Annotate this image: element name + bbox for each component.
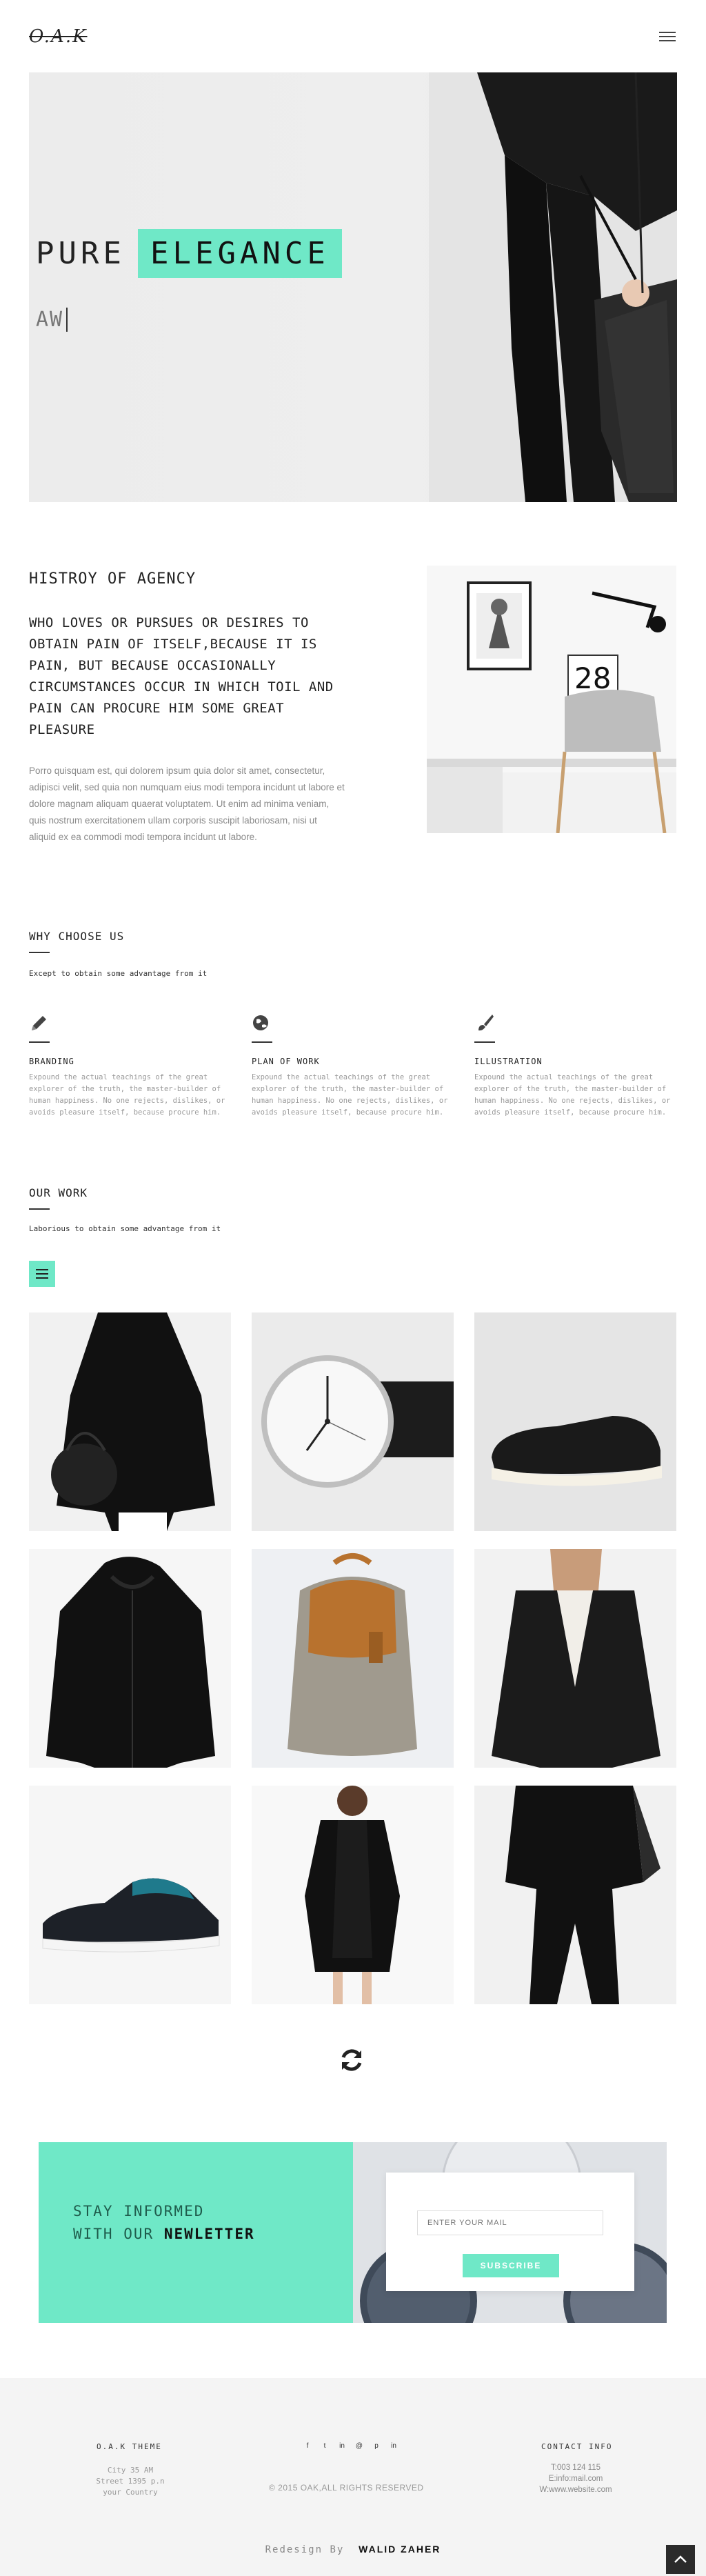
feature-branding: BRANDING Expound the actual teachings of…	[29, 1012, 229, 1119]
refresh-icon[interactable]	[336, 2045, 367, 2075]
footer-address-line: City 35 AM	[107, 2466, 154, 2475]
footer-website[interactable]: W:www.website.com	[524, 2484, 627, 2495]
portfolio-item-sneaker[interactable]	[29, 1786, 231, 2004]
feature-text: Expound the actual teachings of the grea…	[252, 1073, 448, 1117]
site-logo[interactable]: O.A.K	[29, 26, 88, 47]
footer-address-line: your Country	[103, 2488, 158, 2497]
feature-divider	[29, 1041, 50, 1043]
hamburger-menu-icon[interactable]	[659, 32, 676, 41]
feature-divider	[252, 1041, 272, 1043]
feature-text: Expound the actual teachings of the grea…	[474, 1073, 671, 1117]
portfolio-item-biker-jacket[interactable]	[474, 1549, 676, 1768]
dribbble-icon[interactable]: @	[354, 2442, 364, 2450]
footer-email[interactable]: E:info:mail.com	[524, 2473, 627, 2484]
newsletter-line2-bold: NEWLETTER	[163, 2226, 255, 2242]
hero-banner	[29, 72, 677, 502]
feature-title: BRANDING	[29, 1057, 74, 1066]
feature-title: ILLUSTRATION	[474, 1057, 543, 1066]
feature-title: PLAN OF WORK	[252, 1057, 320, 1066]
section-divider	[29, 952, 50, 953]
work-section-title: OUR WORK	[29, 1186, 88, 1199]
email-input[interactable]	[417, 2210, 603, 2235]
history-lead: WHO LOVES OR PURSUES OR DESIRES TO OBTAI…	[29, 615, 334, 737]
pencil-icon	[32, 1016, 46, 1030]
footer-phone: T:003 124 115	[550, 2464, 601, 2472]
work-section-subtitle: Laborious to obtain some advantage from …	[29, 1224, 221, 1233]
footer-copyright: © 2015 OAK,ALL RIGHTS RESERVED	[269, 2483, 424, 2493]
feature-divider	[474, 1041, 495, 1043]
credit-prefix: Redesign By	[265, 2544, 345, 2555]
why-section-subtitle: Except to obtain some advantage from it	[29, 969, 208, 978]
globe-icon	[253, 1015, 268, 1030]
portfolio-item-dress[interactable]	[252, 1786, 454, 2004]
portfolio-item-watch[interactable]	[252, 1312, 454, 1531]
paintbrush-icon	[478, 1015, 494, 1031]
footer-theme-title: O.A.K THEME	[97, 2442, 162, 2451]
footer-address-line: Street 1395 p.n	[96, 2477, 165, 2486]
facebook-icon[interactable]: f	[303, 2442, 312, 2450]
subscribe-button[interactable]: SUBSCRIBE	[463, 2254, 559, 2277]
portfolio-item-black-outfit[interactable]	[474, 1786, 676, 2004]
hero-title-highlight: ELEGANCE	[137, 229, 342, 278]
chevron-up-icon[interactable]	[666, 2545, 695, 2574]
newsletter-heading: STAY INFORMED WITH OUR NEWLETTER	[73, 2200, 255, 2246]
feature-text: Expound the actual teachings of the grea…	[29, 1073, 225, 1117]
feature-plan-of-work: PLAN OF WORK Expound the actual teaching…	[252, 1012, 452, 1119]
portfolio-item-shoe[interactable]	[474, 1312, 676, 1531]
history-office-image: 28	[427, 566, 676, 833]
filter-menu-icon[interactable]	[29, 1261, 55, 1287]
social-links: f t in @ p in	[303, 2442, 399, 2450]
footer-address: City 35 AM Street 1395 p.n your Country	[85, 2465, 175, 2498]
hero-title-word: PURE	[36, 236, 125, 271]
why-section-title: WHY CHOOSE US	[29, 930, 125, 943]
credit-name: WALID ZAHER	[359, 2544, 441, 2555]
footer-credit: Redesign By WALID ZAHER	[0, 2544, 706, 2555]
newsletter-line2: WITH OUR NEWLETTER	[73, 2223, 255, 2246]
portfolio-item-backpack[interactable]	[252, 1549, 454, 1768]
hero-typed-text: AW	[36, 308, 68, 332]
section-divider	[29, 1208, 50, 1210]
twitter-icon[interactable]: t	[320, 2442, 330, 2450]
hero-model-image	[429, 72, 677, 502]
history-title: HISTROY OF AGENCY	[29, 570, 196, 588]
footer-contact-title: CONTACT INFO	[541, 2442, 613, 2451]
hero-title: PURE ELEGANCE	[36, 229, 342, 278]
newsletter-line2-prefix: WITH OUR	[73, 2226, 154, 2242]
pinterest-icon[interactable]: p	[372, 2442, 381, 2450]
history-body: Porro quisquam est, qui dolorem ipsum qu…	[29, 766, 345, 842]
feature-illustration: ILLUSTRATION Expound the actual teaching…	[474, 1012, 674, 1119]
portfolio-item-leather-jacket[interactable]	[29, 1549, 231, 1768]
linkedin-icon[interactable]: in	[337, 2442, 347, 2450]
newsletter-line1: STAY INFORMED	[73, 2203, 205, 2219]
linkedin-icon[interactable]: in	[389, 2442, 399, 2450]
portfolio-item-coat[interactable]	[29, 1312, 231, 1531]
footer-contact-info: T:003 124 115 E:info:mail.com W:www.webs…	[524, 2462, 627, 2495]
